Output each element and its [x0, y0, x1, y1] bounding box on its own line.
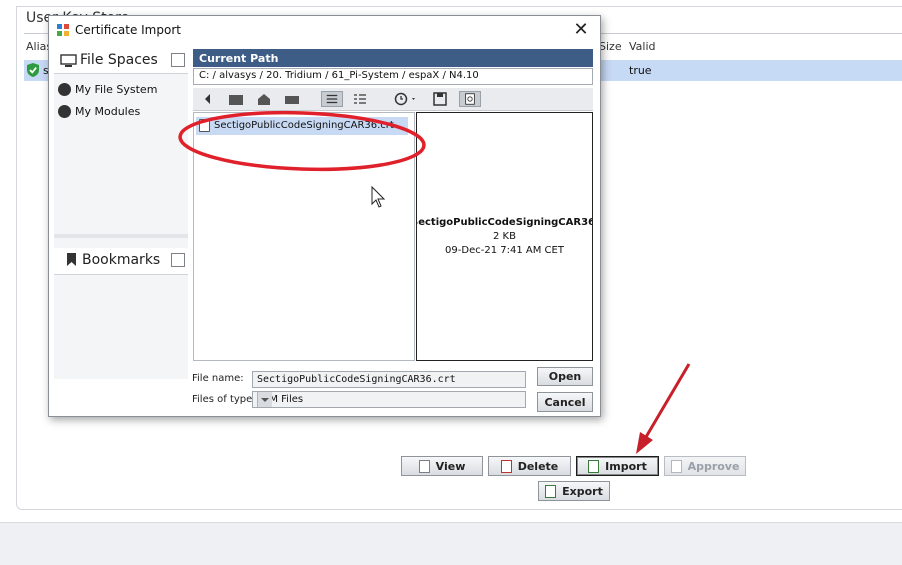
home-icon[interactable] — [255, 91, 273, 107]
app-icon — [57, 24, 69, 36]
import-button[interactable]: Import — [576, 456, 659, 476]
chevron-down-icon[interactable] — [257, 392, 272, 407]
back-icon[interactable] — [199, 91, 217, 107]
column-valid[interactable]: Valid — [629, 40, 656, 53]
bookmarks-label: Bookmarks — [82, 252, 161, 268]
new-folder-icon[interactable] — [283, 91, 301, 107]
bookmarks-header: Bookmarks — [54, 248, 188, 275]
dialog-title-bar[interactable]: Certificate Import ✕ — [49, 16, 600, 46]
folder-up-icon[interactable] — [227, 91, 245, 107]
approve-button[interactable]: Approve — [664, 456, 746, 476]
drive-icon — [58, 83, 71, 96]
bookmark-icon — [67, 253, 76, 266]
export-button[interactable]: Export — [538, 481, 610, 501]
save-icon[interactable] — [431, 91, 449, 107]
open-button[interactable]: Open — [537, 367, 593, 386]
details-view-icon[interactable] — [351, 91, 369, 107]
dialog-title: Certificate Import — [75, 23, 181, 37]
modules-icon — [58, 105, 71, 118]
file-spaces-sidebar: File Spaces My File System My Modules Bo… — [54, 49, 188, 379]
close-icon[interactable]: ✕ — [570, 19, 592, 41]
file-toolbar — [193, 88, 593, 111]
certificate-icon — [199, 119, 210, 132]
sidebar-item-my-modules[interactable]: My Modules — [56, 102, 186, 122]
file-spaces-label: File Spaces — [80, 52, 158, 68]
certificate-import-dialog: Certificate Import ✕ File Spaces My File… — [48, 15, 601, 417]
column-size[interactable]: Size — [599, 40, 622, 53]
preview-file-name: SectigoPublicCodeSigningCAR36.crt — [416, 217, 592, 228]
list-view-icon[interactable] — [321, 91, 343, 107]
valid-shield-icon — [27, 63, 39, 77]
view-icon — [418, 459, 430, 473]
approve-icon — [670, 459, 682, 473]
view-button[interactable]: View — [401, 456, 483, 476]
sidebar-divider[interactable] — [54, 234, 188, 238]
current-path-label: Current Path — [199, 52, 279, 65]
file-name-label: File name: — [192, 373, 244, 384]
current-path-field[interactable]: C: / alvasys / 20. Tridium / 61_Pi-Syste… — [193, 68, 593, 85]
files-of-type-label: Files of type: — [192, 394, 256, 405]
preview-file-size: 2 KB — [493, 231, 516, 242]
computer-icon — [60, 54, 77, 67]
expand-icon[interactable] — [171, 253, 185, 267]
list-item[interactable]: SectigoPublicCodeSigningCAR36.crt — [196, 117, 408, 135]
files-of-type-select[interactable]: PEM Files — [252, 391, 526, 408]
preview-file-date: 09-Dec-21 7:41 AM CET — [445, 245, 564, 256]
file-name-field[interactable]: SectigoPublicCodeSigningCAR36.crt — [252, 371, 526, 388]
sidebar-item-my-file-system[interactable]: My File System — [56, 80, 186, 100]
export-icon — [545, 484, 557, 498]
history-icon[interactable] — [393, 91, 419, 107]
import-icon — [588, 459, 600, 473]
file-preview-pane: SectigoPublicCodeSigningCAR36.crt 2 KB 0… — [416, 112, 593, 361]
row-valid: true — [629, 64, 652, 77]
current-path-bar: Current Path — [193, 49, 593, 67]
cancel-button[interactable]: Cancel — [537, 392, 593, 412]
delete-button[interactable]: Delete — [488, 456, 571, 476]
delete-icon — [500, 459, 512, 473]
file-spaces-header: File Spaces — [54, 49, 188, 74]
file-list: SectigoPublicCodeSigningCAR36.crt — [193, 112, 415, 361]
file-name: SectigoPublicCodeSigningCAR36.crt — [214, 120, 394, 131]
expand-icon[interactable] — [171, 53, 185, 67]
preview-icon[interactable] — [459, 91, 481, 107]
